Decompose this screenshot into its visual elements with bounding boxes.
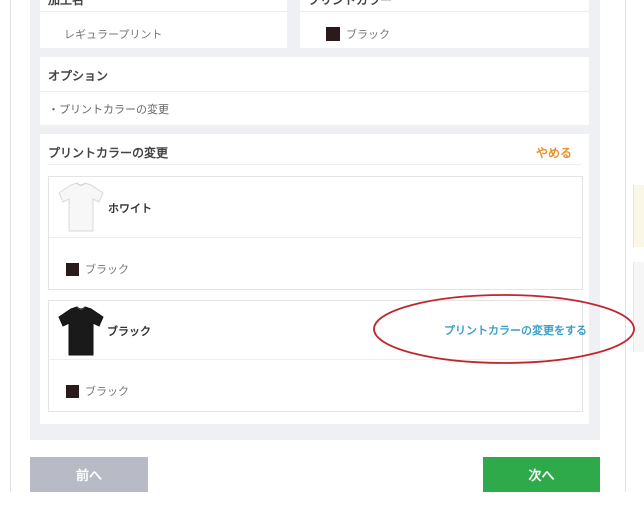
print-color-label: プリントカラー (308, 0, 393, 7)
options-card: オプション ・プリントカラーの変更 (40, 57, 589, 125)
processing-card: 加工名 レギュラープリント (40, 0, 287, 48)
divider (300, 11, 589, 12)
next-button[interactable]: 次へ (483, 457, 600, 492)
processing-value: レギュラープリント (64, 28, 163, 41)
print-color-change-card: プリントカラーの変更 やめる ホワイト ブラック ブラック プリントカラーの変更… (40, 134, 589, 424)
shirt-color-name: ブラック (107, 325, 151, 338)
print-color-value-row: ブラック (326, 26, 390, 42)
print-color-row: ブラック (66, 383, 129, 399)
divider (49, 237, 582, 238)
prev-button[interactable]: 前へ (30, 457, 148, 492)
color-swatch (326, 27, 340, 41)
highlight-ellipse (373, 294, 635, 364)
frame-border-right (625, 0, 626, 492)
shirt-color-block-white: ホワイト ブラック (48, 176, 583, 290)
color-swatch (66, 384, 79, 398)
shirt-color-name: ホワイト (108, 202, 152, 215)
divider (40, 11, 287, 12)
frame-border-left (10, 0, 11, 492)
divider (40, 91, 589, 92)
processing-label: 加工名 (48, 0, 85, 7)
print-color-row: ブラック (66, 261, 129, 277)
side-panel-edge (633, 185, 644, 247)
print-color-value: ブラック (346, 28, 390, 41)
options-title: オプション (48, 69, 109, 83)
option-item: ・プリントカラーの変更 (48, 103, 169, 116)
divider (48, 164, 581, 165)
print-color-value: ブラック (85, 263, 129, 276)
print-color-change-title: プリントカラーの変更 (48, 146, 169, 160)
tshirt-white-icon (55, 181, 107, 237)
print-color-value: ブラック (85, 385, 129, 398)
cancel-link[interactable]: やめる (536, 144, 572, 161)
print-color-card: プリントカラー ブラック (300, 0, 589, 48)
tshirt-black-icon (55, 305, 107, 361)
color-swatch (66, 262, 79, 276)
